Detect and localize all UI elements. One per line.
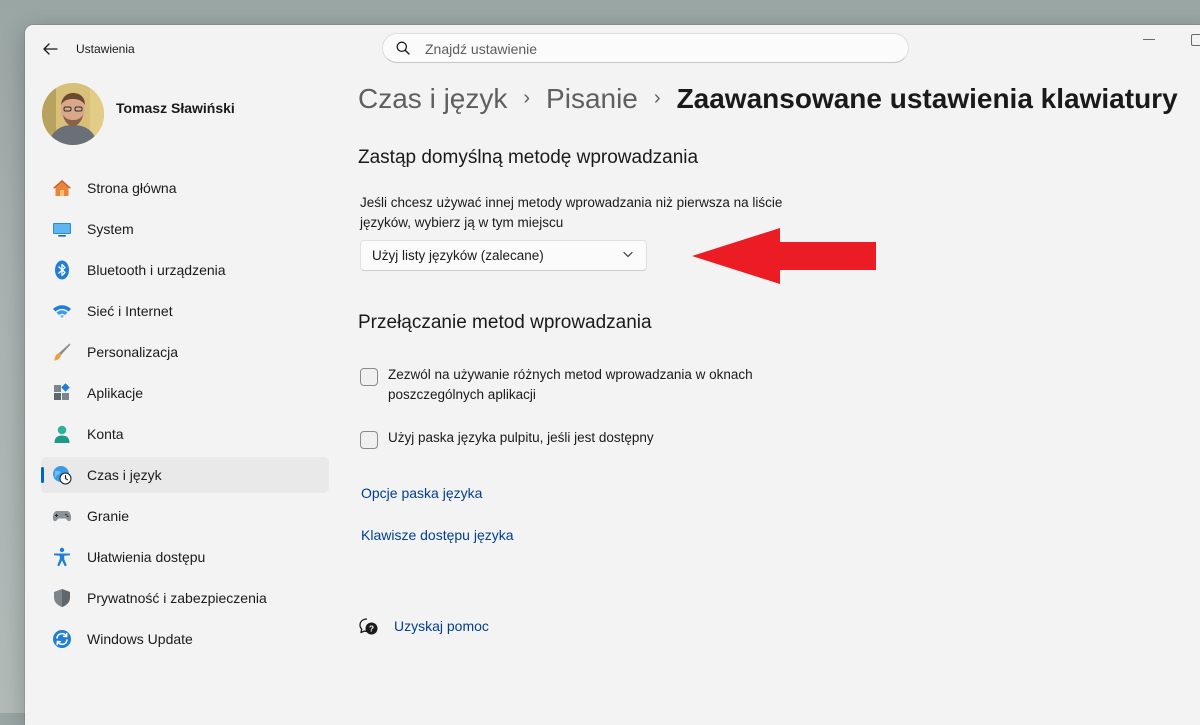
per-app-input-checkbox[interactable] xyxy=(360,368,378,386)
sidebar-item-label: Ułatwienia dostępu xyxy=(87,549,206,565)
switching-section-heading: Przełączanie metod wprowadzania xyxy=(358,312,652,333)
red-arrow-annotation-icon xyxy=(692,228,876,284)
update-icon xyxy=(53,630,71,648)
sidebar-item-privacy[interactable]: Prywatność i zabezpieczenia xyxy=(41,580,329,616)
sidebar-item-time-language[interactable]: Czas i język xyxy=(41,457,329,493)
sidebar-item-label: Granie xyxy=(87,508,130,524)
breadcrumb-item-typing[interactable]: Pisanie xyxy=(546,83,638,115)
search-icon xyxy=(396,41,410,55)
sidebar-item-gaming[interactable]: Granie xyxy=(41,498,329,534)
maximize-button[interactable] xyxy=(1191,34,1200,46)
shield-icon xyxy=(54,589,70,607)
accounts-icon xyxy=(54,425,70,443)
user-name: Tomasz Sławiński xyxy=(116,100,235,116)
gamepad-icon xyxy=(52,511,72,522)
bluetooth-icon xyxy=(55,260,69,280)
breadcrumb-separator-icon: › xyxy=(523,86,531,109)
sidebar-item-label: Strona główna xyxy=(87,180,177,196)
search-input[interactable] xyxy=(423,34,897,64)
language-bar-checkbox[interactable] xyxy=(360,431,378,449)
sidebar-item-label: System xyxy=(87,221,134,237)
sidebar-item-accounts[interactable]: Konta xyxy=(41,416,329,452)
language-hotkeys-link[interactable]: Klawisze dostępu języka xyxy=(361,527,514,543)
avatar[interactable] xyxy=(42,83,104,145)
back-arrow-icon[interactable] xyxy=(41,41,59,57)
sidebar-nav: Strona główna System Bluetooth i urządze… xyxy=(41,170,329,662)
minimize-button[interactable] xyxy=(1143,39,1155,40)
sidebar-item-label: Konta xyxy=(87,426,124,442)
breadcrumb-separator-icon: › xyxy=(653,86,661,109)
chevron-down-icon xyxy=(623,251,633,258)
sidebar-item-label: Prywatność i zabezpieczenia xyxy=(87,590,267,606)
sidebar-item-personalization[interactable]: Personalizacja xyxy=(41,334,329,370)
sidebar-item-label: Windows Update xyxy=(87,631,193,647)
sidebar-item-accessibility[interactable]: Ułatwienia dostępu xyxy=(41,539,329,575)
sidebar-item-label: Czas i język xyxy=(87,467,162,483)
help-icon: ? xyxy=(359,618,378,635)
sidebar-item-windows-update[interactable]: Windows Update xyxy=(41,621,329,657)
home-icon xyxy=(53,180,71,196)
search-box[interactable] xyxy=(382,33,909,64)
settings-window: Ustawienia Tomasz Sławiński xyxy=(25,25,1200,725)
input-method-dropdown[interactable]: Użyj listy języków (zalecane) xyxy=(360,240,647,271)
avatar-photo-icon xyxy=(42,83,104,145)
sidebar-item-label: Bluetooth i urządzenia xyxy=(87,262,226,278)
sidebar-item-apps[interactable]: Aplikacje xyxy=(41,375,329,411)
time-language-icon xyxy=(53,466,72,485)
sidebar-item-home[interactable]: Strona główna xyxy=(41,170,329,206)
language-bar-label[interactable]: Użyj paska języka pulpitu, jeśli jest do… xyxy=(388,428,818,448)
system-icon xyxy=(53,223,71,237)
svg-text:?: ? xyxy=(369,624,374,634)
dropdown-selected-value: Użyj listy języków (zalecane) xyxy=(372,248,544,263)
get-help-link[interactable]: Uzyskaj pomoc xyxy=(394,618,489,634)
sidebar-item-label: Personalizacja xyxy=(87,344,179,360)
sidebar-item-system[interactable]: System xyxy=(41,211,329,247)
sidebar-item-network[interactable]: Sieć i Internet xyxy=(41,293,329,329)
apps-icon xyxy=(54,383,70,400)
breadcrumb-item-time-language[interactable]: Czas i język xyxy=(358,83,507,115)
page-title: Zaawansowane ustawienia klawiatury xyxy=(676,83,1178,114)
per-app-input-label[interactable]: Zezwól na używanie różnych metod wprowad… xyxy=(388,365,818,405)
accessibility-icon xyxy=(54,547,70,567)
sidebar-item-label: Aplikacje xyxy=(87,385,144,401)
brush-icon xyxy=(54,343,71,361)
language-bar-options-link[interactable]: Opcje paska języka xyxy=(361,485,482,501)
override-section-heading: Zastąp domyślną metodę wprowadzania xyxy=(358,147,699,168)
app-title: Ustawienia xyxy=(76,42,135,56)
sidebar-item-bluetooth[interactable]: Bluetooth i urządzenia xyxy=(41,252,329,288)
breadcrumb: Czas i język › Pisanie › Zaawansowane us… xyxy=(358,83,1178,115)
wifi-icon xyxy=(53,305,71,318)
sidebar-item-label: Sieć i Internet xyxy=(87,303,173,319)
